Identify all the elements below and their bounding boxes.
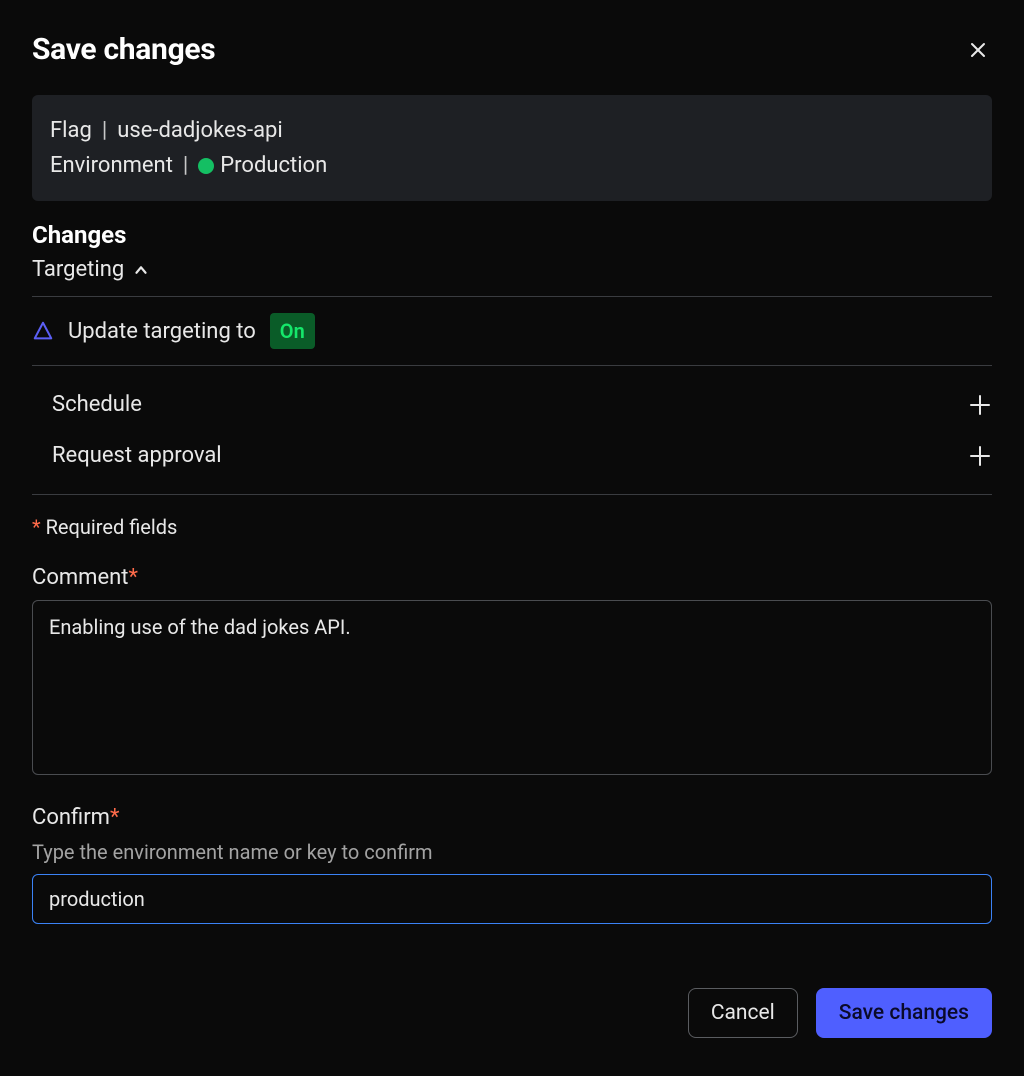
comment-label-row: Comment* bbox=[32, 565, 992, 590]
required-asterisk: * bbox=[128, 565, 137, 590]
change-item: Update targeting to On bbox=[32, 297, 992, 365]
env-line: Environment | Production bbox=[50, 148, 974, 183]
separator: | bbox=[102, 113, 107, 148]
change-text: Update targeting to bbox=[68, 319, 256, 344]
required-text: Required fields bbox=[46, 515, 178, 539]
required-note: * Required fields bbox=[32, 515, 992, 539]
comment-textarea[interactable] bbox=[32, 600, 992, 775]
env-label: Environment bbox=[50, 148, 173, 183]
confirm-label-row: Confirm* bbox=[32, 805, 992, 830]
cancel-button[interactable]: Cancel bbox=[688, 988, 798, 1038]
targeting-toggle[interactable]: Targeting bbox=[32, 257, 992, 282]
schedule-label: Schedule bbox=[52, 392, 142, 417]
request-approval-row[interactable]: Request approval bbox=[32, 433, 992, 478]
options-group: Schedule Request approval bbox=[32, 366, 992, 494]
plus-icon bbox=[968, 444, 992, 468]
close-icon bbox=[968, 40, 988, 60]
chevron-up-icon bbox=[132, 261, 150, 279]
close-button[interactable] bbox=[964, 36, 992, 64]
triangle-icon bbox=[32, 320, 54, 342]
confirm-input[interactable] bbox=[32, 874, 992, 924]
confirm-label: Confirm bbox=[32, 805, 110, 830]
env-name: Production bbox=[220, 148, 327, 183]
changes-heading: Changes bbox=[32, 221, 992, 249]
targeting-label: Targeting bbox=[32, 257, 124, 282]
save-button[interactable]: Save changes bbox=[816, 988, 992, 1038]
dialog-footer: Cancel Save changes bbox=[32, 988, 992, 1038]
comment-label: Comment bbox=[32, 565, 128, 590]
dialog-title: Save changes bbox=[32, 32, 215, 67]
flag-label: Flag bbox=[50, 113, 92, 148]
on-badge: On bbox=[270, 313, 315, 349]
context-box: Flag | use-dadjokes-api Environment | Pr… bbox=[32, 95, 992, 201]
confirm-help: Type the environment name or key to conf… bbox=[32, 840, 992, 864]
request-approval-label: Request approval bbox=[52, 443, 222, 468]
dialog-header: Save changes bbox=[32, 32, 992, 67]
divider bbox=[32, 494, 992, 495]
plus-icon bbox=[968, 393, 992, 417]
required-asterisk: * bbox=[110, 805, 119, 830]
schedule-row[interactable]: Schedule bbox=[32, 382, 992, 427]
flag-name: use-dadjokes-api bbox=[117, 113, 283, 148]
required-asterisk: * bbox=[32, 515, 41, 539]
flag-line: Flag | use-dadjokes-api bbox=[50, 113, 974, 148]
separator: | bbox=[183, 148, 188, 183]
env-status-dot bbox=[198, 158, 214, 174]
